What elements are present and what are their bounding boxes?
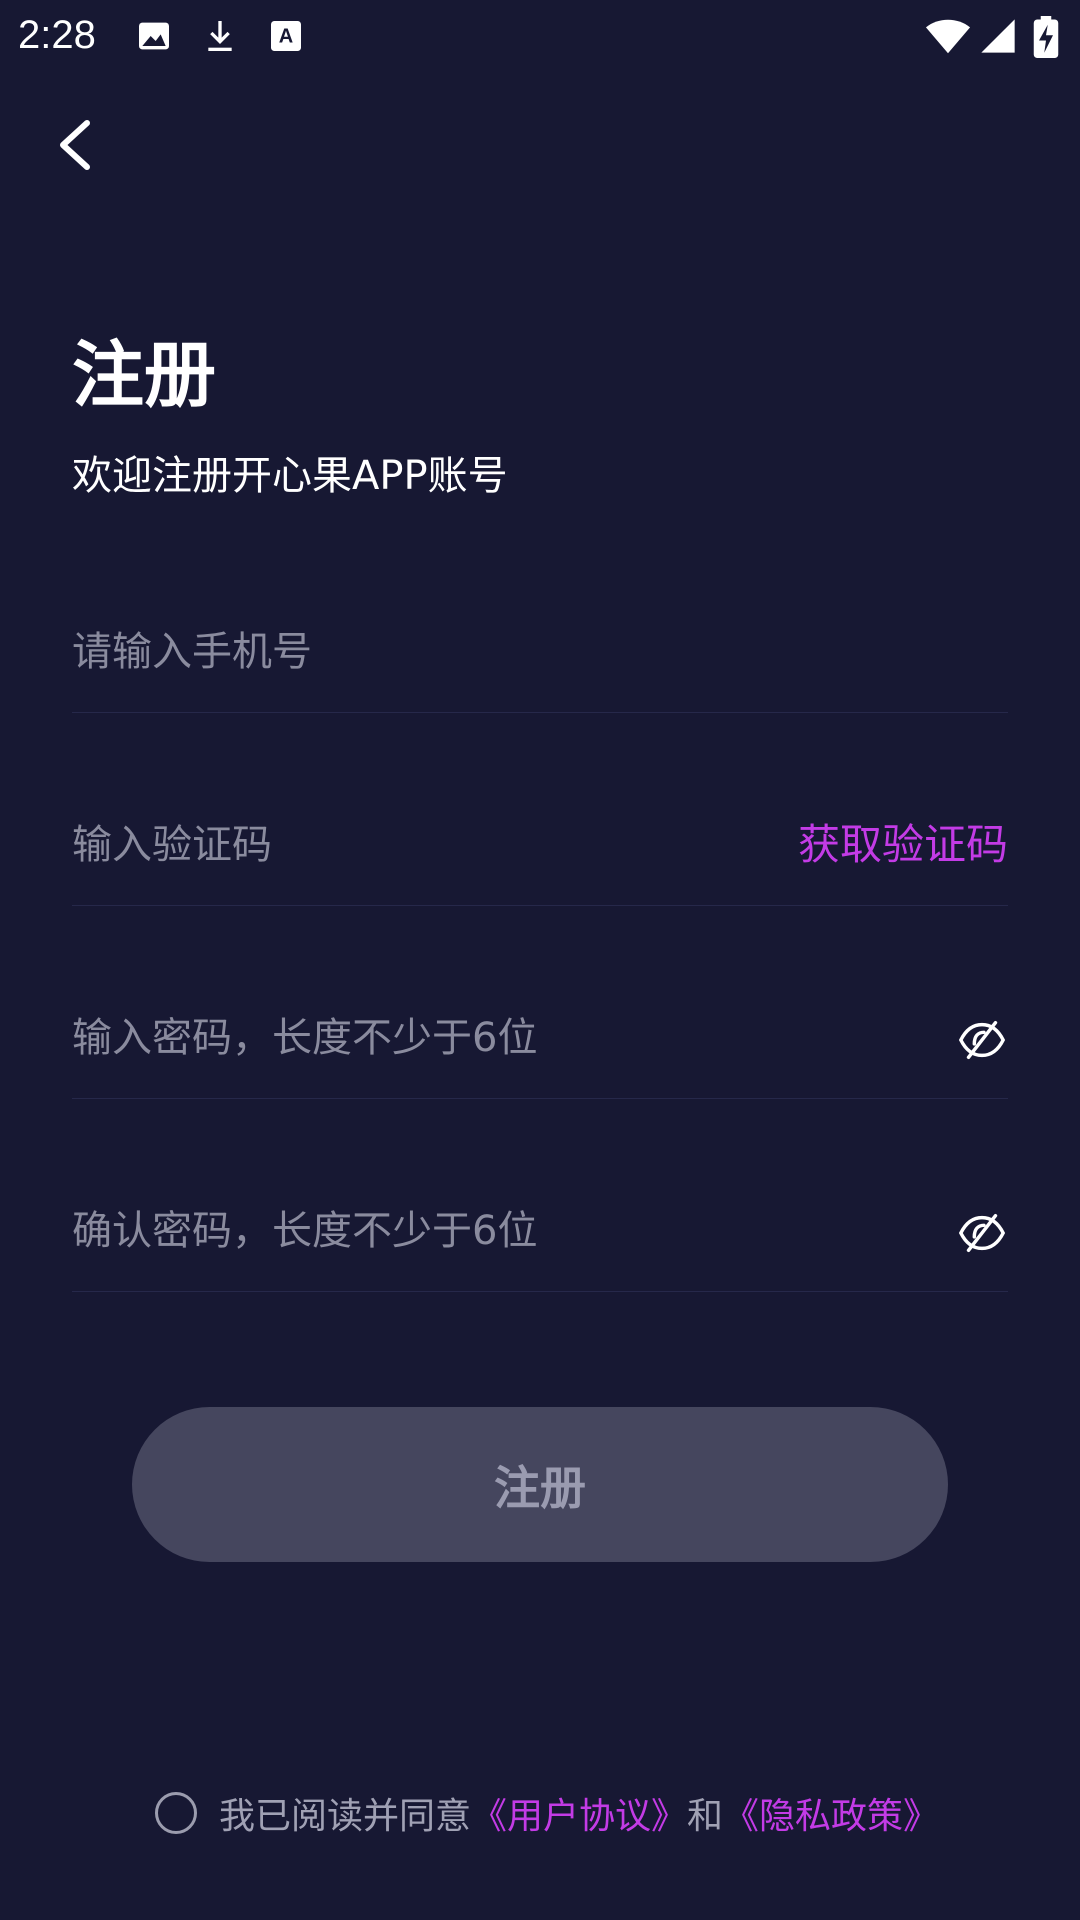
eye-off-icon — [958, 1213, 1006, 1253]
verification-code-input[interactable] — [72, 785, 832, 905]
code-field-row: 获取验证码 — [72, 785, 1008, 906]
download-icon — [200, 16, 240, 56]
confirm-password-field-row — [72, 1171, 1008, 1292]
chevron-left-icon — [60, 120, 90, 170]
status-time: 2:28 — [18, 13, 96, 57]
password-visibility-toggle[interactable] — [956, 1014, 1008, 1066]
page-title: 注册 — [72, 333, 217, 417]
confirm-password-input[interactable] — [72, 1171, 832, 1291]
text-icon: A — [266, 16, 306, 56]
page-subtitle: 欢迎注册开心果APP账号 — [72, 453, 508, 499]
agreement-prefix: 我已阅读并同意 — [219, 1796, 472, 1837]
phone-input[interactable] — [72, 592, 832, 712]
svg-text:A: A — [279, 26, 293, 48]
eye-off-icon — [958, 1020, 1006, 1060]
register-screen: 2:28 A 注册 欢迎注册开心果APP账号 获取验证码 — [0, 0, 1080, 1920]
register-button[interactable]: 注册 — [132, 1407, 948, 1562]
agreement-row: 我已阅读并同意 《用户协议》 和 《隐私政策》 — [155, 1785, 939, 1841]
back-button[interactable] — [40, 110, 110, 180]
status-bar: 2:28 A — [0, 0, 1080, 72]
password-field-row — [72, 978, 1008, 1099]
privacy-policy-link[interactable]: 《隐私政策》 — [723, 1787, 939, 1839]
agreement-conjunction: 和 — [687, 1796, 724, 1837]
cellular-signal-icon — [978, 16, 1018, 56]
confirm-password-visibility-toggle[interactable] — [956, 1207, 1008, 1259]
password-input[interactable] — [72, 978, 832, 1098]
image-icon — [134, 16, 174, 56]
wifi-icon — [925, 16, 971, 56]
get-code-button[interactable]: 获取验证码 — [798, 785, 1008, 905]
user-agreement-link[interactable]: 《用户协议》 — [471, 1787, 687, 1839]
battery-charging-icon — [1030, 16, 1062, 58]
agreement-checkbox[interactable] — [155, 1792, 197, 1834]
phone-field-row — [72, 592, 1008, 713]
